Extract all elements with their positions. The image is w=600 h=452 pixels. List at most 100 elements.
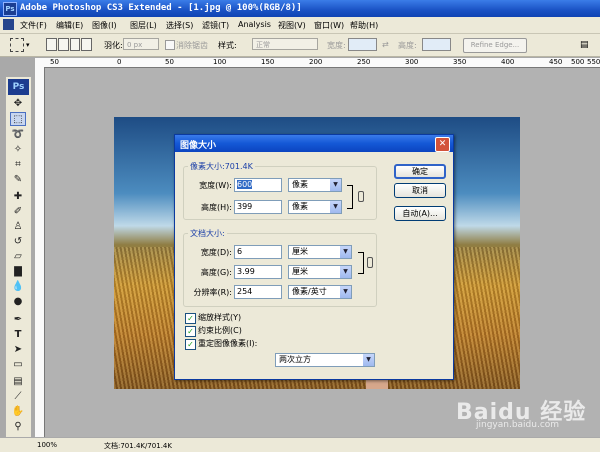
chevron-down-icon: ▼ [330, 201, 341, 213]
resample-method-select[interactable]: 两次立方 ▼ [275, 353, 375, 367]
menu-window[interactable]: 窗口(W) [314, 20, 344, 31]
constrain-proportions-option[interactable]: ✓ 约束比例(C) [185, 325, 242, 337]
style-label: 样式: [218, 41, 237, 50]
pixel-width-unit-select[interactable]: 像素 ▼ [288, 178, 342, 192]
marquee-tool-icon[interactable]: ⬚ [10, 112, 26, 126]
slice-tool-icon[interactable]: ✎ [10, 173, 26, 187]
intersect-selection-icon[interactable] [81, 38, 92, 51]
status-bar: 100% 文档:701.4K/701.4K [0, 437, 600, 452]
pixel-dimensions-group: 像素大小:701.4K 宽度(W): 600 像素 ▼ 高度(H): 399 像素… [183, 161, 377, 220]
eraser-tool-icon[interactable]: ▱ [10, 250, 26, 264]
notes-tool-icon[interactable]: ▤ [10, 375, 26, 389]
menu-select[interactable]: 选择(S) [166, 20, 193, 31]
blur-tool-icon[interactable]: 💧 [10, 280, 26, 294]
resample-method-value: 两次立方 [279, 355, 311, 364]
check-icon[interactable]: ✓ [185, 313, 196, 324]
ruler-tick: 50 [165, 58, 174, 66]
new-selection-icon[interactable] [46, 38, 57, 51]
doc-height-input[interactable]: 3.99 [234, 265, 282, 279]
dodge-tool-icon[interactable]: ● [10, 295, 26, 309]
resample-option[interactable]: ✓ 重定图像像素(I): [185, 338, 257, 350]
pixel-height-label: 高度(H): [201, 203, 232, 212]
menu-help[interactable]: 帮助(H) [350, 20, 378, 31]
doc-constrain-bracket [358, 252, 364, 274]
menu-filter[interactable]: 滤镜(T) [202, 20, 229, 31]
constrain-bracket [347, 185, 353, 209]
healing-brush-icon[interactable]: ✚ [10, 190, 26, 204]
hand-tool-icon[interactable]: ✋ [10, 405, 26, 419]
zoom-level[interactable]: 100% [37, 441, 57, 449]
add-selection-icon[interactable] [57, 38, 69, 51]
chevron-down-icon: ▼ [330, 179, 341, 191]
move-tool-icon[interactable]: ✥ [10, 97, 26, 111]
menu-analysis[interactable]: Analysis [238, 20, 271, 29]
shape-tool-icon[interactable]: ▭ [10, 358, 26, 372]
baidu-watermark-url: jingyan.baidu.com [476, 420, 560, 430]
pixel-height-unit-select[interactable]: 像素 ▼ [288, 200, 342, 214]
doc-width-input[interactable]: 6 [234, 245, 282, 259]
zoom-tool-icon[interactable]: ⚲ [10, 420, 26, 434]
crop-tool-icon[interactable]: ⌗ [10, 158, 26, 172]
menu-edit[interactable]: 编辑(E) [56, 20, 83, 31]
clone-stamp-icon[interactable]: ♙ [10, 220, 26, 234]
doc-height-unit-select[interactable]: 厘米 ▼ [288, 265, 352, 279]
ok-button[interactable]: 确定 [394, 164, 446, 179]
resolution-label: 分辨率(R): [193, 288, 233, 297]
doc-group-legend: 文档大小: [188, 228, 227, 239]
menu-bar: 文件(F) 编辑(E) 图像(I) 图层(L) 选择(S) 滤镜(T) Anal… [0, 17, 600, 34]
dialog-titlebar[interactable]: 图像大小 ✕ [175, 135, 453, 152]
constrain-label: 约束比例(C) [198, 326, 242, 335]
chevron-down-icon: ▼ [363, 354, 374, 366]
chevron-down-icon: ▼ [340, 286, 351, 298]
pixel-width-value: 600 [237, 180, 253, 189]
ruler-tick: 300 [405, 58, 419, 66]
palette-well-icon[interactable]: ▤ [580, 40, 589, 50]
pen-tool-icon[interactable]: ✒ [10, 313, 26, 327]
brush-tool-icon[interactable]: ✐ [10, 205, 26, 219]
ruler-tick: 0 [117, 58, 122, 66]
horizontal-ruler: 50 0 50 100 150 200 250 300 350 400 450 … [35, 58, 600, 68]
check-icon[interactable]: ✓ [185, 326, 196, 337]
magic-wand-icon[interactable]: ✧ [10, 143, 26, 157]
auto-button[interactable]: 自动(A)... [394, 206, 446, 221]
eyedropper-icon[interactable]: ⟋ [10, 390, 26, 404]
swap-icon[interactable]: ⇄ [382, 40, 389, 49]
marquee-tool-preset-icon[interactable] [10, 38, 24, 52]
resolution-unit-select[interactable]: 像素/英寸 ▼ [288, 285, 352, 299]
feather-label: 羽化: [104, 41, 123, 50]
scale-styles-label: 缩放样式(Y) [198, 313, 242, 322]
pixel-height-input[interactable]: 399 [234, 200, 282, 214]
selection-mode-buttons [46, 38, 92, 51]
resolution-input[interactable]: 254 [234, 285, 282, 299]
doc-width-unit-select[interactable]: 厘米 ▼ [288, 245, 352, 259]
antialias-checkbox[interactable] [165, 40, 175, 50]
doc-height-label: 高度(G): [200, 268, 232, 277]
scale-styles-option[interactable]: ✓ 缩放样式(Y) [185, 312, 241, 324]
menu-layer[interactable]: 图层(L) [130, 20, 157, 31]
feather-input[interactable]: 0 px [123, 38, 159, 50]
subtract-selection-icon[interactable] [69, 38, 81, 51]
doc-width-label: 宽度(D): [200, 248, 232, 257]
chevron-down-icon[interactable]: ▾ [26, 41, 30, 49]
document-icon[interactable] [3, 19, 14, 30]
style-select[interactable]: 正常 [252, 38, 318, 50]
menu-view[interactable]: 视图(V) [278, 20, 306, 31]
chevron-down-icon: ▼ [340, 266, 351, 278]
chevron-down-icon: ▼ [340, 246, 351, 258]
path-selection-icon[interactable]: ➤ [10, 343, 26, 357]
menu-image[interactable]: 图像(I) [92, 20, 117, 31]
pixel-width-input[interactable]: 600 [234, 178, 282, 192]
height-input[interactable] [422, 38, 451, 51]
lasso-tool-icon[interactable]: ➰ [10, 128, 26, 142]
refine-edge-button[interactable]: Refine Edge... [463, 38, 527, 53]
gradient-tool-icon[interactable]: ▇ [10, 265, 26, 279]
ruler-tick: 350 [453, 58, 467, 66]
type-tool-icon[interactable]: T [10, 328, 26, 342]
close-icon[interactable]: ✕ [435, 137, 450, 152]
ruler-tick: 250 [357, 58, 371, 66]
menu-file[interactable]: 文件(F) [20, 20, 47, 31]
cancel-button[interactable]: 取消 [394, 183, 446, 198]
check-icon[interactable]: ✓ [185, 339, 196, 350]
history-brush-icon[interactable]: ↺ [10, 235, 26, 249]
width-input[interactable] [348, 38, 377, 51]
